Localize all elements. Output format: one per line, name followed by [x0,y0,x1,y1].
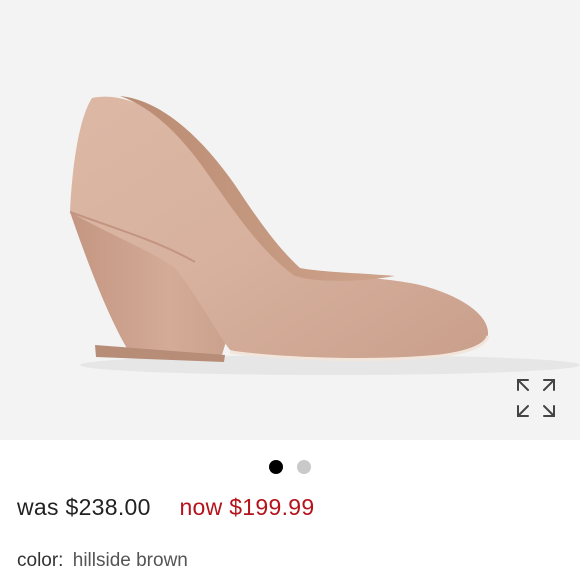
pager-dot-2[interactable] [297,460,311,474]
was-price: was $238.00 [17,494,151,520]
product-image-gallery[interactable] [0,0,580,440]
expand-arrows-icon [517,379,555,417]
color-row: color: hillside brown [17,550,188,572]
expand-image-button[interactable] [512,374,560,422]
now-price: now $199.99 [179,494,315,520]
color-value: hillside brown [72,550,188,571]
color-label: color: [17,550,64,571]
price-row: was $238.00 now $199.99 [17,494,314,521]
shoe-product-image [69,96,580,375]
pager-dot-1[interactable] [269,460,283,474]
image-pager [0,458,580,476]
